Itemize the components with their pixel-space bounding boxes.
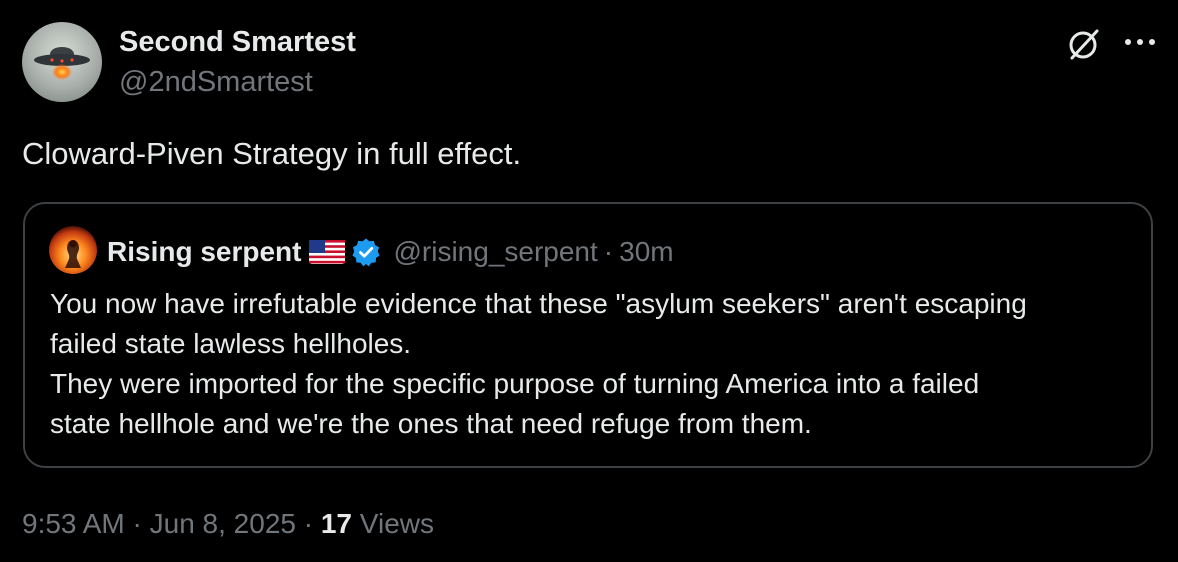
quoted-tweet-text: You now have irrefutable evidence that t… bbox=[50, 284, 1131, 444]
quoted-text-line: You now have irrefutable evidence that t… bbox=[50, 288, 1027, 319]
separator-dot: · bbox=[603, 236, 614, 267]
quoted-text-line: They were imported for the specific purp… bbox=[50, 368, 980, 399]
quoted-tweet-time[interactable]: 30m bbox=[619, 236, 673, 268]
verified-badge-icon bbox=[352, 238, 381, 267]
quoted-author-display-name[interactable]: Rising serpent bbox=[107, 236, 301, 268]
quoted-tweet-header: Rising serpent @rising_serpent · 30m bbox=[107, 234, 674, 270]
quoted-author-avatar[interactable] bbox=[49, 226, 97, 274]
fire-serpent-avatar-icon bbox=[49, 226, 97, 274]
quoted-text-line: failed state lawless hellholes. bbox=[50, 328, 412, 359]
tweet-text: Cloward-Piven Strategy in full effect. bbox=[22, 136, 522, 171]
quoted-tweet-card[interactable]: Rising serpent @rising_serpent · 30m You… bbox=[23, 202, 1153, 468]
separator-dot: · bbox=[132, 508, 142, 539]
tweet-metadata: 9:53 AM · Jun 8, 2025 · 17 Views bbox=[22, 508, 434, 540]
separator-dot: · bbox=[303, 508, 314, 539]
author-display-name[interactable]: Second Smartest bbox=[119, 26, 356, 59]
tweet-date[interactable]: Jun 8, 2025 bbox=[150, 508, 296, 539]
views-label: Views bbox=[359, 508, 434, 539]
quoted-author-handle[interactable]: @rising_serpent bbox=[393, 236, 597, 268]
us-flag-icon bbox=[309, 240, 346, 264]
tweet-time[interactable]: 9:53 AM bbox=[22, 508, 125, 539]
ufo-avatar-icon bbox=[22, 22, 102, 102]
more-options-icon[interactable] bbox=[1120, 27, 1160, 57]
author-handle[interactable]: @2ndSmartest bbox=[119, 66, 313, 99]
views-count: 17 bbox=[320, 508, 353, 539]
author-avatar[interactable] bbox=[22, 22, 102, 102]
grok-icon[interactable] bbox=[1066, 26, 1102, 62]
quoted-text-line: state hellhole and we're the ones that n… bbox=[50, 408, 812, 439]
